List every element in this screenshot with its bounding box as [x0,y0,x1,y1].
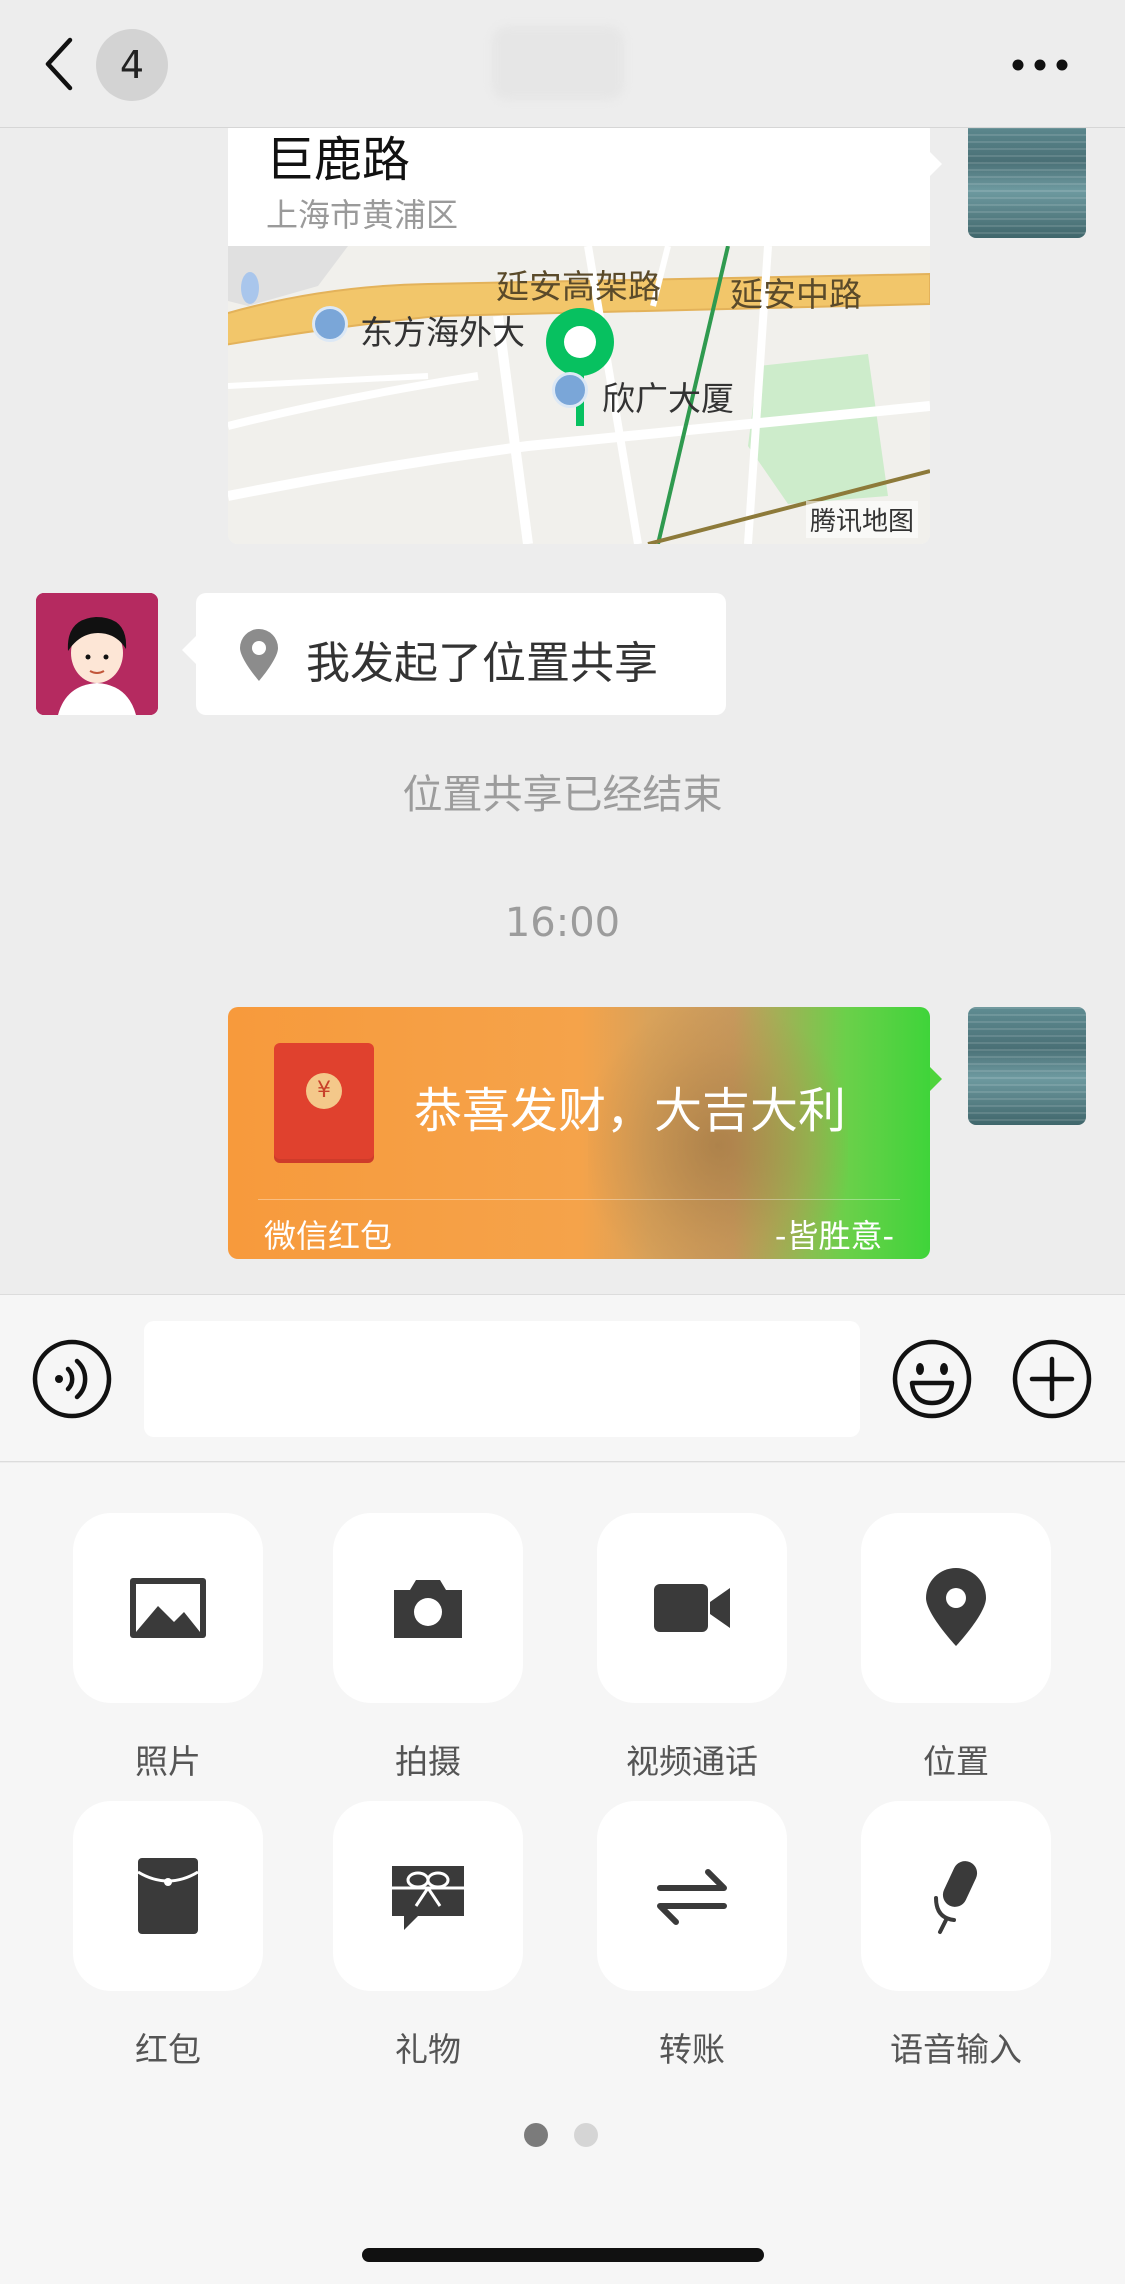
tool-tile[interactable] [333,1801,523,1991]
tool-transfer[interactable]: 转账 [597,1801,787,2069]
page-dot-active[interactable] [524,2123,548,2147]
tool-label: 视频通话 [626,1742,758,1781]
building-icon [312,306,348,342]
map-label-poi-1: 东方海外大 [360,313,525,352]
message-input[interactable] [144,1321,860,1437]
input-bar [0,1294,1125,1462]
tool-label: 语音输入 [890,2030,1022,2069]
chat-messages[interactable]: 巨鹿路 上海市黄浦区 延安高架路 延安中路 东方海外大 欣广大厦 腾讯地图 我发… [0,128,1125,1294]
tool-gift[interactable]: 礼物 [333,1801,523,2069]
location-pin-icon [240,629,278,681]
unread-count-badge[interactable]: 4 [96,29,168,101]
tool-tile[interactable] [333,1513,523,1703]
tool-label: 照片 [135,1742,201,1781]
tool-location[interactable]: 位置 [861,1513,1051,1781]
tool-tile[interactable] [597,1801,787,1991]
tool-video-call[interactable]: 视频通话 [597,1513,787,1781]
location-share-text: 我发起了位置共享 [306,638,658,689]
location-icon [926,1568,986,1646]
tool-label: 拍摄 [395,1742,461,1781]
bubble-tail [928,1065,942,1093]
friend-avatar[interactable] [36,593,158,715]
gift-icon [392,1866,464,1930]
chevron-left-icon [45,37,73,91]
tool-tile[interactable] [597,1513,787,1703]
red-packet-message[interactable]: ¥ 恭喜发财，大吉大利 微信红包 -皆胜意- [228,1007,930,1259]
map-label-road-1: 延安高架路 [496,267,661,306]
microphone-icon [934,1861,978,1934]
photo-icon [130,1578,206,1638]
plus-icon[interactable] [1012,1339,1092,1419]
red-packet-title: 恭喜发财，大吉大利 [414,1083,847,1139]
share-ended-notice: 位置共享已经结束 [402,772,723,818]
map-label-road-2: 延安中路 [730,275,862,314]
tool-label: 转账 [659,2030,725,2069]
avatar-illustration [36,593,158,715]
more-tools-panel: 照片 拍摄 视频通话 位置 红包 礼物 转账 语音输入 [0,1463,1125,2284]
back-button[interactable] [40,34,90,94]
self-avatar[interactable] [968,128,1086,238]
red-packet-label: 微信红包 [264,1217,393,1255]
emoji-icon[interactable] [892,1339,972,1419]
tool-tile[interactable] [73,1513,263,1703]
self-avatar[interactable] [968,1007,1086,1125]
location-message-card[interactable]: 巨鹿路 上海市黄浦区 延安高架路 延安中路 东方海外大 欣广大厦 腾讯地图 [228,128,930,544]
page-dot[interactable] [574,2123,598,2147]
tool-label: 位置 [923,1742,989,1781]
map-brand: 腾讯地图 [805,501,918,538]
location-map: 延安高架路 延安中路 东方海外大 欣广大厦 腾讯地图 [228,246,930,544]
building-icon [552,372,588,408]
transfer-icon [657,1869,727,1925]
red-packet-icon [137,1858,199,1934]
tool-red-packet[interactable]: 红包 [73,1801,263,2069]
red-envelope-icon: ¥ [274,1043,374,1163]
tool-photo[interactable]: 照片 [73,1513,263,1781]
tool-label: 礼物 [395,2030,461,2069]
home-indicator[interactable] [362,2248,764,2262]
camera-icon [394,1580,462,1638]
chat-title-redacted [492,26,624,100]
red-packet-signature: -皆胜意- [774,1217,894,1255]
location-name: 巨鹿路 [266,132,411,188]
tool-tile[interactable] [861,1513,1051,1703]
more-dots-icon[interactable] [1010,50,1070,80]
location-share-message[interactable]: 我发起了位置共享 [196,593,726,715]
map-label-poi-2: 欣广大厦 [602,379,734,418]
message-timestamp: 16:00 [504,900,621,946]
voice-icon[interactable] [32,1339,112,1419]
tool-label: 红包 [135,2030,201,2069]
tool-voice-input[interactable]: 语音输入 [861,1801,1051,2069]
bubble-tail [928,150,942,178]
packet-divider [258,1199,900,1200]
location-address: 上海市黄浦区 [266,196,459,234]
bubble-tail [182,636,196,664]
tool-tile[interactable] [861,1801,1051,1991]
coin-icon: ¥ [306,1073,342,1109]
chat-header: 4 [0,0,1125,128]
tool-camera[interactable]: 拍摄 [333,1513,523,1781]
video-call-icon [654,1584,730,1632]
page-indicator [524,2123,604,2149]
tool-tile[interactable] [73,1801,263,1991]
